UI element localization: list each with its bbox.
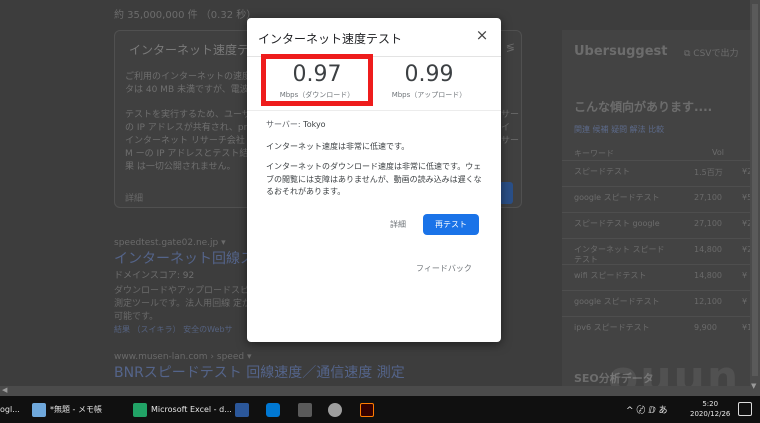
keyword-row[interactable]: インターネット スピード テスト 14,800 ¥2	[562, 238, 752, 264]
result-description: ダウンロードやアップロードスピ 測定ツールです。法人用回線 定が可能です。	[114, 286, 251, 322]
speed-explanation: インターネットのダウンロード速度は非常に低速です。ウェブの閲覧には支障はありませ…	[266, 162, 482, 196]
keyword-kw: ipv6 スピードテスト	[574, 323, 650, 332]
system-tray[interactable]: ^ 〄 ⅅ あ	[626, 396, 668, 423]
scroll-left-icon[interactable]: ◀	[2, 386, 7, 394]
keyword-vol: 14,800	[694, 245, 722, 254]
keyword-vol: 27,100	[694, 219, 722, 228]
share-icon: ≶	[505, 41, 515, 54]
result-url[interactable]: speedtest.gate02.ne.jp ▾	[114, 238, 254, 248]
keyword-kw: google スピードテスト	[574, 297, 660, 306]
taskbar-app-snipping[interactable]	[328, 396, 346, 423]
clock-date: 2020/12/26	[690, 410, 731, 418]
snipping-tool-icon	[328, 402, 342, 417]
keyword-row[interactable]: ipv6 スピードテスト 9,900 ¥1	[562, 316, 752, 340]
keyword-vol: 1.5百万	[694, 168, 723, 177]
trend-heading: こんな傾向があります....	[574, 100, 713, 114]
taskbar-app-word[interactable]	[235, 396, 253, 423]
ubersuggest-brand: Ubersuggest	[574, 44, 668, 59]
divider	[247, 110, 501, 111]
notepad-icon	[32, 402, 46, 417]
calculator-icon	[298, 402, 312, 417]
card-paragraph-right: サー イ サー	[501, 110, 520, 146]
keyword-tabs[interactable]: 関連 候補 疑問 解法 比較	[574, 124, 664, 135]
speedtest-dialog: インターネット速度テスト × 0.97 Mbps（ダウンロード） 0.99 Mb…	[247, 18, 501, 342]
keyword-vol: 12,100	[694, 297, 722, 306]
results-count: 約 35,000,000 件 （0.32 秒）	[114, 10, 257, 21]
taskbar-app-illustrator[interactable]	[360, 396, 378, 423]
taskbar-app-chrome[interactable]: ogl...	[0, 396, 20, 423]
taskbar-label: *無題 - メモ帳	[50, 405, 102, 414]
server-label: サーバー:	[266, 120, 301, 129]
search-result-1[interactable]: speedtest.gate02.ne.jp ▾ インターネット回線スピ ドメイ…	[114, 238, 268, 335]
server-info: サーバー: Tokyo	[266, 119, 326, 130]
col-keyword: キーワード	[574, 149, 614, 158]
red-highlight-box	[261, 54, 373, 106]
taskbar-app-notepad[interactable]: *無題 - メモ帳	[32, 396, 102, 423]
keyword-kw: スピードテスト google	[574, 219, 660, 228]
keyword-row[interactable]: スピードテスト google 27,100 ¥2	[562, 212, 752, 236]
keyword-kw: インターネット スピード テスト	[574, 245, 665, 264]
taskbar-app-calculator[interactable]	[298, 396, 316, 423]
upload-speed: 0.99 Mbps（アップロード）	[371, 62, 487, 100]
taskbar-label: Microsoft Excel - d...	[151, 405, 232, 414]
excel-icon	[133, 402, 147, 417]
feedback-link[interactable]: フィードバック	[416, 263, 472, 274]
keyword-row[interactable]: google スピードテスト 12,100 ¥	[562, 290, 752, 314]
card-more-link[interactable]: 詳細	[125, 191, 143, 204]
close-icon[interactable]: ×	[471, 24, 493, 46]
result-sitelinks[interactable]: 結果 （スイキラ） 安全のWebサ	[114, 324, 254, 335]
card-button[interactable]	[499, 182, 513, 204]
horizontal-scrollbar[interactable]: ◀	[0, 386, 750, 396]
taskbar-app-excel[interactable]: Microsoft Excel - d...	[133, 396, 232, 423]
keyword-kw: google スピードテスト	[574, 193, 660, 202]
clock-time: 5:20	[702, 400, 719, 408]
keyword-vol: 27,100	[694, 193, 722, 202]
result-title[interactable]: BNRスピードテスト 回線速度／通信速度 測定	[114, 362, 414, 382]
retest-button[interactable]: 再テスト	[423, 214, 479, 235]
keyword-vol: 9,900	[694, 323, 717, 332]
domain-score: ドメインスコア: 92	[114, 271, 195, 281]
card-paragraph-2: テストを実行するため、ユーザ の IP アドレスが共有され、pr インターネット…	[125, 110, 251, 172]
result-title[interactable]: インターネット回線スピ	[114, 248, 268, 268]
keyword-vol: 14,800	[694, 271, 722, 280]
keyword-kw: スピードテスト	[574, 167, 630, 176]
illustrator-icon	[360, 402, 374, 417]
upload-unit: Mbps（アップロード）	[391, 91, 467, 99]
taskbar-label: ogl...	[0, 405, 20, 414]
scrollbar-thumb[interactable]	[752, 4, 758, 376]
taskbar-app-vscode[interactable]	[266, 396, 284, 423]
word-icon	[235, 402, 249, 417]
keyword-row[interactable]: スピードテスト 1.5百万 ¥2	[562, 160, 752, 184]
csv-export-link[interactable]: ⧉ CSVで出力	[684, 46, 738, 59]
col-vol: Vol	[712, 148, 724, 157]
scroll-down-icon[interactable]: ▼	[751, 382, 756, 390]
keyword-cpc: ¥	[742, 271, 748, 280]
search-result-2[interactable]: www.musen-lan.com › speed ▾ BNRスピードテスト 回…	[114, 352, 414, 382]
keyword-row[interactable]: wifi スピードテスト 14,800 ¥	[562, 264, 752, 288]
vertical-scrollbar[interactable]: ▼	[750, 0, 760, 396]
details-link[interactable]: 詳細	[390, 219, 406, 230]
upload-value: 0.99	[404, 62, 454, 87]
export-icon: ⧉	[684, 49, 694, 59]
keyword-kw: wifi スピードテスト	[574, 271, 647, 280]
keyword-cpc: ¥	[742, 297, 748, 306]
vscode-icon	[266, 402, 280, 417]
dialog-title: インターネット速度テスト	[258, 32, 403, 46]
card-paragraph-1: ご利用のインターネットの速度 タは 40 MB 未満ですが、電波	[125, 72, 252, 95]
result-url[interactable]: www.musen-lan.com › speed ▾	[114, 352, 414, 362]
server-city: Tokyo	[303, 120, 326, 129]
clock[interactable]: 5:20 2020/12/26	[690, 399, 730, 419]
notification-icon[interactable]	[738, 402, 752, 416]
taskbar: ogl... *無題 - メモ帳 Microsoft Excel - d... …	[0, 396, 760, 423]
speed-summary: インターネット速度は非常に低速です。	[266, 142, 410, 151]
keyword-row[interactable]: google スピードテスト 27,100 ¥5	[562, 186, 752, 210]
csv-export-label: CSVで出力	[693, 49, 739, 59]
ubersuggest-panel: Ubersuggest ⧉ CSVで出力 こんな傾向があります.... 関連 候…	[562, 30, 752, 392]
